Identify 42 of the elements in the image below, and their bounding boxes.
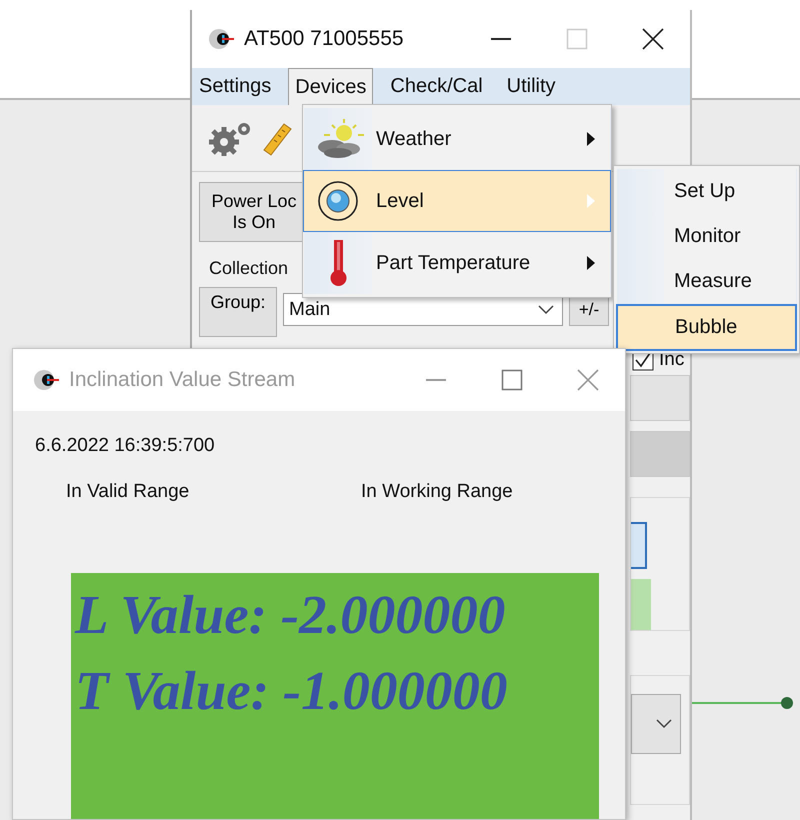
maximize-icon [566, 28, 588, 50]
menu-item[interactable]: Bubble [616, 304, 797, 351]
minimize-icon [490, 38, 512, 40]
menu-item[interactable]: Measure [616, 259, 797, 304]
menu-item[interactable]: Utility [500, 68, 563, 105]
submenu-arrow-icon [586, 193, 596, 209]
minimize-icon [425, 379, 447, 381]
menu-item[interactable]: Check/Cal [383, 68, 490, 105]
window-title: Inclination Value Stream [69, 368, 296, 392]
close-button[interactable] [640, 26, 666, 52]
submenu-arrow-icon [586, 255, 596, 271]
menu-item[interactable]: Devices [288, 68, 374, 105]
maximize-icon [501, 369, 523, 391]
dropdown[interactable] [631, 694, 681, 754]
section-label: Collection [209, 258, 288, 279]
status-label: In Valid Range [66, 481, 190, 503]
close-icon [577, 369, 599, 391]
menu-item[interactable]: Set Up [616, 169, 797, 214]
menu-item[interactable]: Part Temperature [303, 232, 611, 294]
app-icon [208, 27, 234, 51]
reading-value: T Value: -1.000000 [75, 659, 508, 723]
menu-item[interactable]: Level [303, 170, 611, 232]
status-indicator [631, 578, 651, 630]
menu-item[interactable]: Monitor [616, 214, 797, 259]
dropdown-value: Main [289, 298, 330, 320]
submenu-arrow-icon [586, 131, 596, 147]
chevron-icon [538, 304, 554, 314]
status-label: In Working Range [361, 481, 513, 503]
settings-button[interactable] [208, 120, 252, 156]
maximize-button[interactable] [499, 367, 525, 393]
blank-button[interactable] [631, 522, 647, 569]
menu-item[interactable]: Settings [192, 68, 278, 105]
group-button[interactable]: Group: [199, 287, 277, 337]
bubble-level-icon [316, 179, 360, 223]
gear-icon [208, 120, 252, 156]
close-icon [642, 28, 664, 50]
app-icon [33, 368, 59, 392]
menu-item[interactable]: Weather [303, 108, 611, 170]
chevron-icon [656, 719, 672, 729]
reading-value: L Value: -2.000000 [75, 583, 506, 647]
window-title: AT500 71005555 [244, 27, 404, 51]
timestamp: 6.6.2022 16:39:5:700 [35, 435, 216, 457]
